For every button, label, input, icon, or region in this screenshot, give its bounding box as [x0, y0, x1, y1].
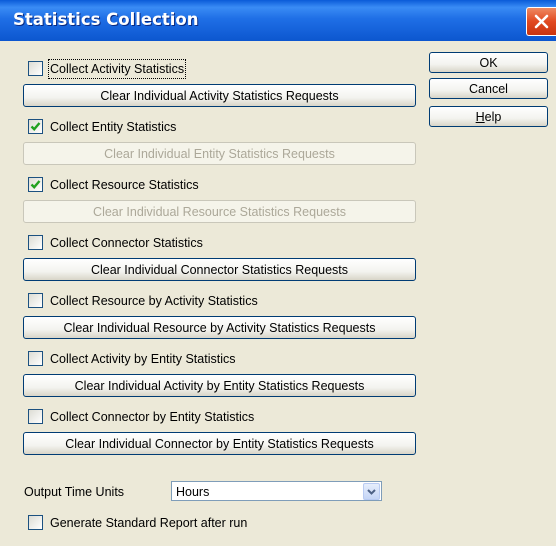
chevron-down-icon[interactable] — [363, 483, 380, 500]
stat-checkbox-label: Collect Connector by Entity Statistics — [50, 410, 255, 424]
stat-checkbox-label: Collect Activity by Entity Statistics — [50, 352, 236, 366]
clear-stat-requests-button[interactable]: Clear Individual Connector by Entity Sta… — [23, 432, 416, 455]
stat-checkbox-label: Collect Resource by Activity Statistics — [50, 294, 258, 308]
clear-stat-requests-button[interactable]: Clear Individual Resource by Activity St… — [23, 316, 416, 339]
close-button[interactable] — [526, 7, 556, 36]
cancel-button[interactable]: Cancel — [429, 78, 548, 99]
stat-checkbox-label: Collect Activity Statistics — [47, 59, 187, 79]
stat-checkbox[interactable] — [28, 409, 43, 424]
statistics-collection-dialog: Statistics Collection Collect Activity S… — [0, 0, 556, 546]
dialog-title: Statistics Collection — [13, 10, 199, 29]
ok-button[interactable]: OK — [429, 52, 548, 73]
title-bar: Statistics Collection — [0, 0, 556, 41]
help-button[interactable]: Help — [429, 106, 548, 127]
stat-checkbox[interactable] — [28, 235, 43, 250]
clear-stat-requests-button[interactable]: Clear Individual Entity Statistics Reque… — [23, 142, 416, 165]
stat-checkbox-label: Collect Resource Statistics — [50, 178, 199, 192]
clear-stat-requests-button[interactable]: Clear Individual Activity Statistics Req… — [23, 84, 416, 107]
stat-checkbox[interactable] — [28, 119, 43, 134]
output-time-units-value: Hours — [176, 485, 210, 499]
generate-report-label: Generate Standard Report after run — [50, 516, 248, 530]
clear-stat-requests-button[interactable]: Clear Individual Activity by Entity Stat… — [23, 374, 416, 397]
output-time-units-select[interactable]: Hours — [171, 481, 382, 501]
stat-checkbox-label: Collect Connector Statistics — [50, 236, 203, 250]
generate-report-checkbox[interactable] — [28, 515, 43, 530]
close-icon — [534, 14, 549, 29]
stat-checkbox[interactable] — [28, 351, 43, 366]
clear-stat-requests-button[interactable]: Clear Individual Resource Statistics Req… — [23, 200, 416, 223]
stat-checkbox[interactable] — [28, 177, 43, 192]
checkmark-icon — [30, 180, 41, 189]
stat-checkbox-label: Collect Entity Statistics — [50, 120, 177, 134]
clear-stat-requests-button[interactable]: Clear Individual Connector Statistics Re… — [23, 258, 416, 281]
output-time-units-label: Output Time Units — [24, 485, 125, 499]
dialog-body: Collect Activity Statistics Clear Individ… — [0, 41, 556, 546]
stat-checkbox[interactable] — [28, 293, 43, 308]
stat-checkbox[interactable] — [28, 61, 43, 76]
checkmark-icon — [30, 122, 41, 131]
